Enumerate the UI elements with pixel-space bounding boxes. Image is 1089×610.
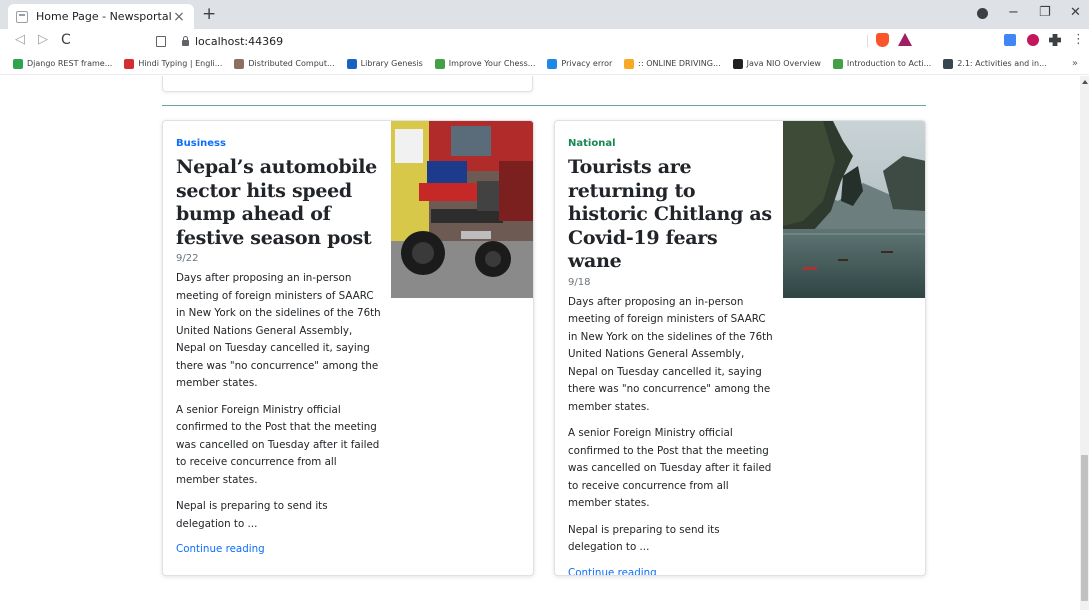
article-paragraph: Days after proposing an in-person meetin… [568,295,773,413]
brave-shields-icon[interactable] [876,33,889,47]
bookmark-favicon-icon [624,58,635,69]
bookmark-item[interactable]: Privacy error [547,58,613,69]
bookmark-label: Privacy error [561,59,613,68]
bookmark-favicon-icon [13,58,23,69]
article-category[interactable]: Business [176,137,381,150]
bookmark-label: Java NIO Overview [746,59,821,68]
page-favicon-icon [16,10,28,23]
bookmark-item[interactable]: 2.1: Activities and in... [943,58,1047,69]
bookmark-item[interactable]: Java NIO Overview [732,58,821,69]
new-tab-button[interactable]: + [202,5,216,23]
tab-close-button[interactable]: × [172,10,186,24]
bookmark-item[interactable]: Improve Your Chess... [434,58,536,69]
bookmark-favicon-icon [434,58,445,69]
lake-landscape-image[interactable] [783,121,926,298]
bookmark-item[interactable]: :: ONLINE DRIVING... [624,58,721,69]
tab-strip: Home Page - Newsportal × + − ❐ ✕ [0,0,1089,29]
section-divider [162,105,926,106]
bookmark-page-icon[interactable] [156,35,166,47]
article-paragraph: Nepal is preparing to send its delegatio… [568,523,720,554]
back-button[interactable]: ◁ [15,33,25,47]
article-date: 9/22 [176,253,199,264]
bookmark-favicon-icon [732,58,743,69]
bookmarks-more-icon[interactable]: » [1072,58,1078,69]
bookmark-item[interactable]: Hindi Typing | Engli... [124,58,223,69]
article-paragraph: A senior Foreign Ministry official confi… [176,403,380,486]
article-body: National Tourists are returning to histo… [568,137,773,576]
brave-rewards-icon[interactable] [898,33,912,46]
lock-icon[interactable] [182,35,189,46]
continue-reading-link[interactable]: Continue reading [568,566,657,576]
bookmark-favicon-icon [346,58,357,69]
address-bar[interactable]: localhost:44369 [156,31,916,51]
bookmarks-bar: Django REST frame... Hindi Typing | Engli… [0,53,1089,75]
article-headline[interactable]: Tourists are returning to historic Chitl… [568,156,773,274]
browser-menu-icon[interactable]: ⋮ [1072,33,1085,47]
close-window-button[interactable]: ✕ [1070,6,1081,20]
bookmark-item[interactable]: Django REST frame... [13,58,113,69]
article-paragraph: Nepal is preparing to send its delegatio… [176,500,328,530]
scroll-up-arrow-icon[interactable] [1082,80,1088,84]
maximize-button[interactable]: ❐ [1039,6,1051,20]
article-card-business: Business Nepal’s automobile sector hits … [162,120,534,576]
bookmark-item[interactable]: Library Genesis [346,58,423,69]
previous-card-bottom [162,76,533,92]
bookmark-label: Introduction to Acti... [846,59,932,68]
minimize-button[interactable]: − [1008,6,1019,20]
profile-icon[interactable] [977,8,988,19]
article-body: Business Nepal’s automobile sector hits … [176,137,381,556]
article-paragraph: Days after proposing an in-person meetin… [176,272,381,389]
bookmark-item[interactable]: Distributed Comput... [234,58,335,69]
article-paragraph: A senior Foreign Ministry official confi… [568,427,772,509]
bookmark-label: Django REST frame... [27,59,113,68]
forward-button[interactable]: ▷ [38,33,48,47]
bookmark-label: Library Genesis [360,59,423,68]
url-text[interactable]: localhost:44369 [195,35,283,48]
reload-button[interactable]: C [61,33,71,47]
bookmark-favicon-icon [832,58,843,69]
extension-shield-icon[interactable] [1027,34,1039,46]
continue-reading-link[interactable]: Continue reading [176,542,265,556]
bookmark-favicon-icon [234,58,245,69]
bookmark-label: Hindi Typing | Engli... [138,59,223,68]
bookmark-item[interactable]: Introduction to Acti... [832,58,932,69]
bookmark-label: Improve Your Chess... [448,59,536,68]
bookmark-favicon-icon [943,58,954,69]
bookmark-favicon-icon [124,58,135,69]
article-card-national: National Tourists are returning to histo… [554,120,926,576]
bookmark-label: :: ONLINE DRIVING... [638,59,721,68]
browser-toolbar: ◁ ▷ C localhost:44369 [0,29,1089,53]
bookmark-label: 2.1: Activities and in... [957,59,1047,68]
article-date: 9/18 [568,276,591,288]
bookmark-favicon-icon [547,58,558,69]
browser-tab[interactable]: Home Page - Newsportal × [8,4,194,29]
motorcycle-showroom-image[interactable] [391,121,534,298]
omnibox-divider [867,35,868,47]
bookmark-label: Distributed Comput... [248,59,335,68]
article-category[interactable]: National [568,137,773,150]
tab-title: Home Page - Newsportal [36,10,172,23]
article-headline[interactable]: Nepal’s automobile sector hits speed bum… [176,156,381,250]
page-content: Business Nepal’s automobile sector hits … [0,76,1080,610]
extension-icon[interactable] [1004,34,1016,46]
scrollbar-thumb[interactable] [1081,455,1088,601]
